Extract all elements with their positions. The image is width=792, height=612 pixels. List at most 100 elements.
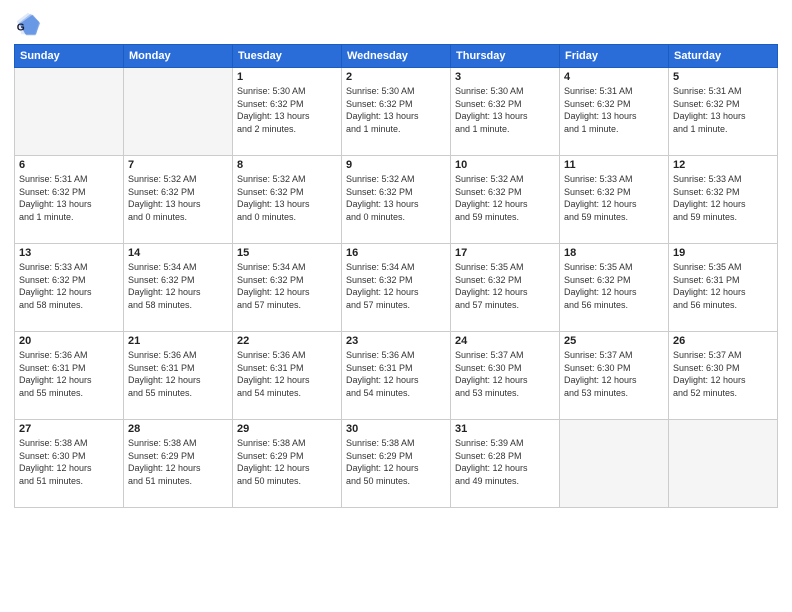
calendar-cell: 2 Sunrise: 5:30 AM Sunset: 6:32 PM Daylig… <box>342 68 451 156</box>
calendar-cell: 5 Sunrise: 5:31 AM Sunset: 6:32 PM Daylig… <box>669 68 778 156</box>
calendar-cell: 8Sunrise: 5:32 AM Sunset: 6:32 PM Daylig… <box>233 156 342 244</box>
calendar-cell: 24 Sunrise: 5:37 AM Sunset: 6:30 PM Dayli… <box>451 332 560 420</box>
day-number: 16 <box>346 247 446 259</box>
calendar-cell <box>669 420 778 508</box>
day-info: Sunrise: 5:32 AM Sunset: 6:32 PM Dayligh… <box>455 173 555 223</box>
day-info: Sunrise: 5:35 AM Sunset: 6:32 PM Dayligh… <box>455 261 555 311</box>
day-info: Sunrise: 5:36 AM Sunset: 6:31 PM Dayligh… <box>346 349 446 399</box>
calendar-cell: 14Sunrise: 5:34 AM Sunset: 6:32 PM Dayli… <box>124 244 233 332</box>
day-info: Sunrise: 5:36 AM Sunset: 6:31 PM Dayligh… <box>128 349 228 399</box>
calendar-cell: 13Sunrise: 5:33 AM Sunset: 6:32 PM Dayli… <box>15 244 124 332</box>
day-info: Sunrise: 5:37 AM Sunset: 6:30 PM Dayligh… <box>673 349 773 399</box>
calendar-week-1: 1 Sunrise: 5:30 AM Sunset: 6:32 PM Daylig… <box>15 68 778 156</box>
day-number: 19 <box>673 247 773 259</box>
day-number: 28 <box>128 423 228 435</box>
day-info: Sunrise: 5:34 AM Sunset: 6:32 PM Dayligh… <box>128 261 228 311</box>
svg-text:G: G <box>17 23 25 34</box>
day-info: Sunrise: 5:38 AM Sunset: 6:29 PM Dayligh… <box>346 437 446 487</box>
calendar-cell <box>560 420 669 508</box>
calendar-cell: 18 Sunrise: 5:35 AM Sunset: 6:32 PM Dayli… <box>560 244 669 332</box>
day-number: 12 <box>673 159 773 171</box>
page-container: G SundayMondayTuesdayWednesdayThursdayFr… <box>0 0 792 612</box>
calendar-cell: 22Sunrise: 5:36 AM Sunset: 6:31 PM Dayli… <box>233 332 342 420</box>
day-number: 26 <box>673 335 773 347</box>
day-number: 31 <box>455 423 555 435</box>
day-info: Sunrise: 5:38 AM Sunset: 6:29 PM Dayligh… <box>237 437 337 487</box>
day-info: Sunrise: 5:30 AM Sunset: 6:32 PM Dayligh… <box>346 85 446 135</box>
calendar-cell: 31 Sunrise: 5:39 AM Sunset: 6:28 PM Dayli… <box>451 420 560 508</box>
day-number: 10 <box>455 159 555 171</box>
calendar-cell: 15Sunrise: 5:34 AM Sunset: 6:32 PM Dayli… <box>233 244 342 332</box>
calendar-cell: 1 Sunrise: 5:30 AM Sunset: 6:32 PM Daylig… <box>233 68 342 156</box>
day-number: 15 <box>237 247 337 259</box>
calendar-cell: 3Sunrise: 5:30 AM Sunset: 6:32 PM Daylig… <box>451 68 560 156</box>
calendar-cell: 12 Sunrise: 5:33 AM Sunset: 6:32 PM Dayli… <box>669 156 778 244</box>
calendar-cell: 16 Sunrise: 5:34 AM Sunset: 6:32 PM Dayli… <box>342 244 451 332</box>
day-number: 11 <box>564 159 664 171</box>
day-info: Sunrise: 5:32 AM Sunset: 6:32 PM Dayligh… <box>346 173 446 223</box>
calendar-cell: 27 Sunrise: 5:38 AM Sunset: 6:30 PM Dayli… <box>15 420 124 508</box>
day-number: 1 <box>237 71 337 83</box>
calendar-cell: 4 Sunrise: 5:31 AM Sunset: 6:32 PM Daylig… <box>560 68 669 156</box>
day-info: Sunrise: 5:38 AM Sunset: 6:30 PM Dayligh… <box>19 437 119 487</box>
day-info: Sunrise: 5:35 AM Sunset: 6:31 PM Dayligh… <box>673 261 773 311</box>
day-header-sunday: Sunday <box>15 45 124 68</box>
calendar-week-3: 13Sunrise: 5:33 AM Sunset: 6:32 PM Dayli… <box>15 244 778 332</box>
day-info: Sunrise: 5:37 AM Sunset: 6:30 PM Dayligh… <box>564 349 664 399</box>
day-number: 27 <box>19 423 119 435</box>
day-info: Sunrise: 5:35 AM Sunset: 6:32 PM Dayligh… <box>564 261 664 311</box>
day-header-friday: Friday <box>560 45 669 68</box>
day-number: 30 <box>346 423 446 435</box>
day-info: Sunrise: 5:38 AM Sunset: 6:29 PM Dayligh… <box>128 437 228 487</box>
day-number: 7 <box>128 159 228 171</box>
calendar-cell <box>15 68 124 156</box>
calendar-cell: 9Sunrise: 5:32 AM Sunset: 6:32 PM Daylig… <box>342 156 451 244</box>
calendar-cell: 26 Sunrise: 5:37 AM Sunset: 6:30 PM Dayli… <box>669 332 778 420</box>
day-info: Sunrise: 5:30 AM Sunset: 6:32 PM Dayligh… <box>237 85 337 135</box>
day-info: Sunrise: 5:33 AM Sunset: 6:32 PM Dayligh… <box>19 261 119 311</box>
day-info: Sunrise: 5:33 AM Sunset: 6:32 PM Dayligh… <box>673 173 773 223</box>
day-info: Sunrise: 5:37 AM Sunset: 6:30 PM Dayligh… <box>455 349 555 399</box>
calendar-cell: 19 Sunrise: 5:35 AM Sunset: 6:31 PM Dayli… <box>669 244 778 332</box>
day-number: 24 <box>455 335 555 347</box>
day-info: Sunrise: 5:33 AM Sunset: 6:32 PM Dayligh… <box>564 173 664 223</box>
day-info: Sunrise: 5:32 AM Sunset: 6:32 PM Dayligh… <box>128 173 228 223</box>
day-info: Sunrise: 5:31 AM Sunset: 6:32 PM Dayligh… <box>673 85 773 135</box>
calendar-cell: 28 Sunrise: 5:38 AM Sunset: 6:29 PM Dayli… <box>124 420 233 508</box>
calendar-cell: 7 Sunrise: 5:32 AM Sunset: 6:32 PM Daylig… <box>124 156 233 244</box>
day-header-saturday: Saturday <box>669 45 778 68</box>
calendar-week-2: 6 Sunrise: 5:31 AM Sunset: 6:32 PM Daylig… <box>15 156 778 244</box>
calendar-cell: 20 Sunrise: 5:36 AM Sunset: 6:31 PM Dayli… <box>15 332 124 420</box>
day-info: Sunrise: 5:31 AM Sunset: 6:32 PM Dayligh… <box>564 85 664 135</box>
logo: G <box>14 10 46 38</box>
day-info: Sunrise: 5:36 AM Sunset: 6:31 PM Dayligh… <box>19 349 119 399</box>
calendar-body: 1 Sunrise: 5:30 AM Sunset: 6:32 PM Daylig… <box>15 68 778 508</box>
days-of-week-row: SundayMondayTuesdayWednesdayThursdayFrid… <box>15 45 778 68</box>
day-info: Sunrise: 5:34 AM Sunset: 6:32 PM Dayligh… <box>346 261 446 311</box>
day-number: 2 <box>346 71 446 83</box>
calendar-cell: 6 Sunrise: 5:31 AM Sunset: 6:32 PM Daylig… <box>15 156 124 244</box>
day-info: Sunrise: 5:31 AM Sunset: 6:32 PM Dayligh… <box>19 173 119 223</box>
day-header-wednesday: Wednesday <box>342 45 451 68</box>
logo-icon: G <box>14 10 42 38</box>
day-number: 22 <box>237 335 337 347</box>
calendar-header: SundayMondayTuesdayWednesdayThursdayFrid… <box>15 45 778 68</box>
day-number: 18 <box>564 247 664 259</box>
day-number: 4 <box>564 71 664 83</box>
calendar-table: SundayMondayTuesdayWednesdayThursdayFrid… <box>14 44 778 508</box>
calendar-cell: 17Sunrise: 5:35 AM Sunset: 6:32 PM Dayli… <box>451 244 560 332</box>
day-number: 25 <box>564 335 664 347</box>
day-number: 6 <box>19 159 119 171</box>
day-number: 20 <box>19 335 119 347</box>
day-info: Sunrise: 5:39 AM Sunset: 6:28 PM Dayligh… <box>455 437 555 487</box>
calendar-cell: 10 Sunrise: 5:32 AM Sunset: 6:32 PM Dayli… <box>451 156 560 244</box>
calendar-cell <box>124 68 233 156</box>
calendar-cell: 25 Sunrise: 5:37 AM Sunset: 6:30 PM Dayli… <box>560 332 669 420</box>
day-number: 5 <box>673 71 773 83</box>
day-header-thursday: Thursday <box>451 45 560 68</box>
day-header-monday: Monday <box>124 45 233 68</box>
day-number: 3 <box>455 71 555 83</box>
calendar-week-4: 20 Sunrise: 5:36 AM Sunset: 6:31 PM Dayli… <box>15 332 778 420</box>
day-info: Sunrise: 5:32 AM Sunset: 6:32 PM Dayligh… <box>237 173 337 223</box>
calendar-cell: 30 Sunrise: 5:38 AM Sunset: 6:29 PM Dayli… <box>342 420 451 508</box>
